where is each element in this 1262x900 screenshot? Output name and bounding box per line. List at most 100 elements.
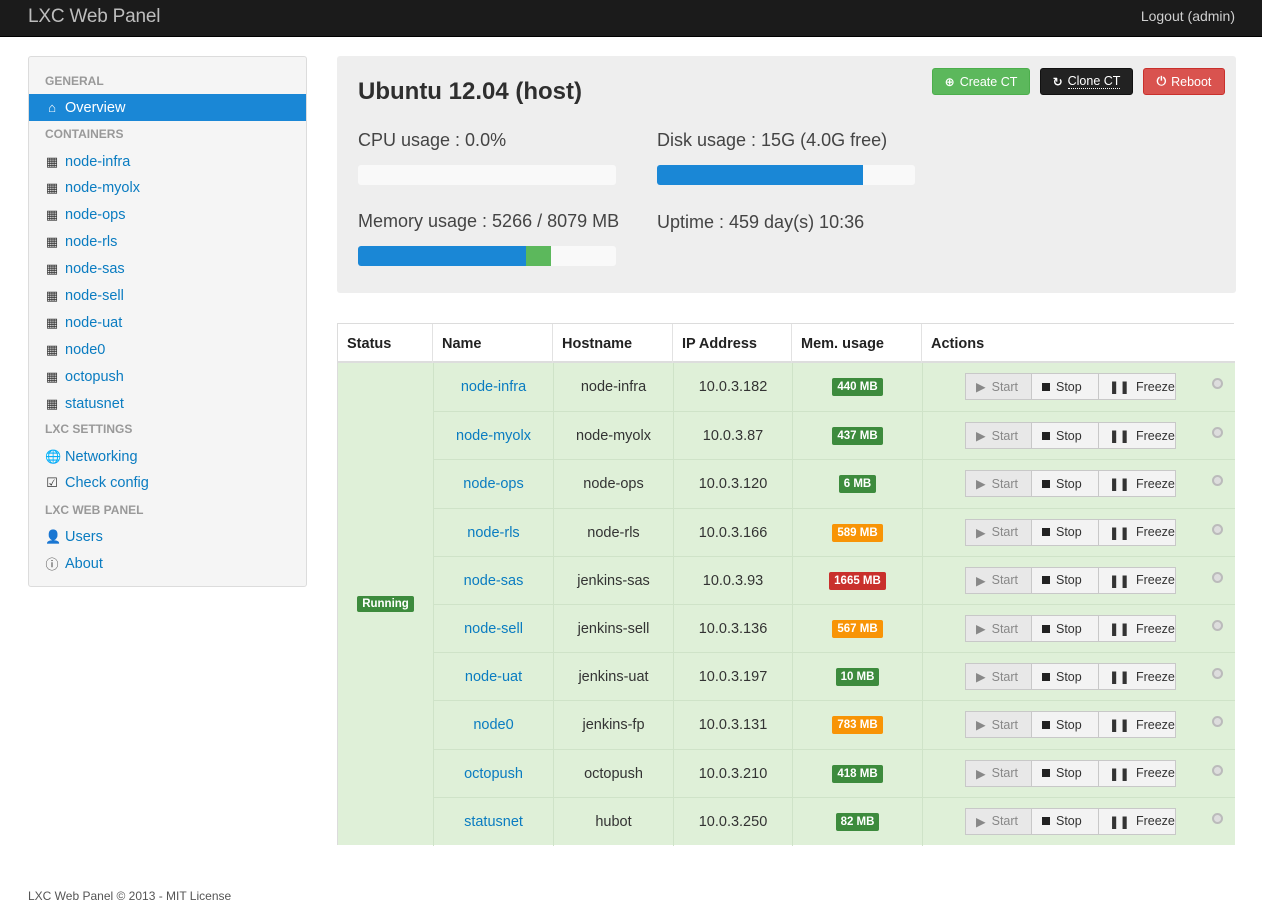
stop-label: Stop xyxy=(1056,814,1082,829)
reboot-button[interactable]: ⏻ Reboot xyxy=(1143,68,1225,95)
stop-button[interactable]: Stop xyxy=(1032,518,1099,546)
start-button[interactable]: ▶ Start xyxy=(965,807,1032,835)
stop-label: Stop xyxy=(1056,379,1082,394)
sidebar-item-container[interactable]: ▦ octopush xyxy=(29,363,306,390)
mem-usage-cell: 589 MB xyxy=(792,508,922,557)
server-icon: ▦ xyxy=(45,314,59,330)
container-name-link[interactable]: node-rls xyxy=(433,508,553,557)
server-icon: ▦ xyxy=(45,368,59,384)
pause-icon: ❚❚ xyxy=(1109,380,1130,394)
play-icon: ▶ xyxy=(976,670,986,685)
stop-label: Stop xyxy=(1056,717,1082,732)
start-button[interactable]: ▶ Start xyxy=(965,615,1032,642)
stop-icon xyxy=(1042,382,1050,391)
sidebar-item-container[interactable]: ▦ node-rls xyxy=(29,229,306,256)
cpu-usage-label: CPU usage : 0.0% xyxy=(358,130,507,150)
freeze-button[interactable]: ❚❚ Freeze xyxy=(1099,711,1176,739)
user-icon: 👤 xyxy=(45,528,62,544)
settings-icon[interactable] xyxy=(1212,812,1223,824)
start-button[interactable]: ▶ Start xyxy=(965,711,1032,739)
play-icon: ▶ xyxy=(976,814,986,829)
sidebar-item-container[interactable]: ▦ statusnet xyxy=(29,390,306,417)
stop-button[interactable]: Stop xyxy=(1032,663,1099,691)
stop-button[interactable]: Stop xyxy=(1032,566,1099,594)
container-name-link[interactable]: node-sas xyxy=(433,556,553,605)
stop-button[interactable]: Stop xyxy=(1032,373,1099,400)
settings-icon[interactable] xyxy=(1212,571,1223,583)
create-ct-button[interactable]: ⊕ Create CT xyxy=(932,68,1030,95)
sidebar-item-overview[interactable]: ⌂ Overview xyxy=(29,94,306,121)
container-name-link[interactable]: octopush xyxy=(433,749,553,798)
freeze-label: Freeze xyxy=(1135,814,1175,829)
mem-usage-cell: 82 MB xyxy=(792,797,922,846)
settings-icon[interactable] xyxy=(1212,523,1223,535)
freeze-button[interactable]: ❚❚ Freeze xyxy=(1099,566,1176,594)
sidebar-item-check-config[interactable]: ☑ Check config xyxy=(29,469,306,496)
sidebar-item-container[interactable]: ▦ node-sas xyxy=(29,256,306,283)
container-name-link[interactable]: node-infra xyxy=(433,363,553,411)
host-title: Ubuntu 12.04 (host) xyxy=(358,78,583,105)
server-icon: ▦ xyxy=(45,288,59,303)
stop-button[interactable]: Stop xyxy=(1032,759,1099,787)
start-button[interactable]: ▶ Start xyxy=(965,759,1032,787)
sidebar-item-networking[interactable]: 🌐 Networking xyxy=(29,443,306,470)
freeze-button[interactable]: ❚❚ Freeze xyxy=(1099,663,1176,691)
table-row: node0 jenkins-fp 10.0.3.131 783 MB ▶ Start Sto… xyxy=(433,700,1235,750)
nav-header-lxc-web-panel: LXC WEB PANEL xyxy=(45,503,144,517)
freeze-button[interactable]: ❚❚ Freeze xyxy=(1099,373,1176,400)
server-icon: ▦ xyxy=(45,180,59,196)
start-button[interactable]: ▶ Start xyxy=(965,470,1032,498)
play-icon: ▶ xyxy=(976,525,986,540)
container-name-link[interactable]: statusnet xyxy=(433,797,553,846)
container-name-link[interactable]: node-uat xyxy=(433,653,553,702)
brand-title[interactable]: LXC Web Panel xyxy=(28,6,160,28)
freeze-button[interactable]: ❚❚ Freeze xyxy=(1099,759,1176,787)
sidebar-item-label: Networking xyxy=(65,448,138,465)
pause-icon: ❚❚ xyxy=(1109,766,1130,781)
start-button[interactable]: ▶ Start xyxy=(965,518,1032,546)
container-name-link[interactable]: node0 xyxy=(433,701,553,750)
start-button[interactable]: ▶ Start xyxy=(965,566,1032,594)
clone-ct-button[interactable]: ↻ Clone CT xyxy=(1040,68,1133,95)
freeze-button[interactable]: ❚❚ Freeze xyxy=(1099,470,1176,498)
freeze-button[interactable]: ❚❚ Freeze xyxy=(1099,615,1176,642)
stop-button[interactable]: Stop xyxy=(1032,711,1099,739)
sidebar-item-about[interactable]: ⓘ About xyxy=(29,550,306,577)
table-row: octopush octopush 10.0.3.210 418 MB ▶ Start St… xyxy=(433,748,1235,798)
container-name-link[interactable]: node-myolx xyxy=(433,412,553,461)
sidebar-item-container[interactable]: ▦ node-ops xyxy=(29,202,306,229)
mem-usage-cell: 440 MB xyxy=(792,363,922,411)
stop-button[interactable]: Stop xyxy=(1032,470,1099,498)
stop-button[interactable]: Stop xyxy=(1032,615,1099,642)
pause-icon: ❚❚ xyxy=(1109,429,1130,444)
settings-icon[interactable] xyxy=(1212,620,1223,631)
mem-usage-badge: 82 MB xyxy=(835,812,880,831)
freeze-button[interactable]: ❚❚ Freeze xyxy=(1099,518,1176,546)
settings-icon[interactable] xyxy=(1212,764,1223,776)
sidebar-item-container[interactable]: ▦ node0 xyxy=(29,336,306,363)
sidebar-item-container[interactable]: ▦ node-infra xyxy=(29,148,306,175)
sidebar-item-label: Check config xyxy=(65,474,149,491)
start-button[interactable]: ▶ Start xyxy=(965,663,1032,691)
sidebar-item-container[interactable]: ▦ node-uat xyxy=(29,309,306,336)
settings-icon[interactable] xyxy=(1212,378,1223,389)
sidebar-item-label: Users xyxy=(65,528,103,545)
container-name-link[interactable]: node-ops xyxy=(433,460,553,509)
play-icon: ▶ xyxy=(976,573,986,588)
sidebar-item-users[interactable]: 👤 Users xyxy=(29,523,306,550)
start-button[interactable]: ▶ Start xyxy=(965,373,1032,400)
freeze-label: Freeze xyxy=(1135,476,1175,491)
sidebar-item-container[interactable]: ▦ node-myolx xyxy=(29,175,306,202)
start-button[interactable]: ▶ Start xyxy=(965,422,1032,450)
sidebar-item-container[interactable]: ▦ node-sell xyxy=(29,283,306,310)
freeze-button[interactable]: ❚❚ Freeze xyxy=(1099,422,1176,450)
play-icon: ▶ xyxy=(976,429,986,444)
ip-address-cell: 10.0.3.120 xyxy=(673,460,792,509)
stop-button[interactable]: Stop xyxy=(1032,807,1099,835)
container-name-link[interactable]: node-sell xyxy=(433,605,553,653)
logout-link[interactable]: Logout (admin) xyxy=(1141,8,1235,24)
freeze-button[interactable]: ❚❚ Freeze xyxy=(1099,807,1176,835)
hostname-cell: node-infra xyxy=(553,363,673,411)
stop-button[interactable]: Stop xyxy=(1032,422,1099,450)
stop-icon xyxy=(1042,817,1050,826)
